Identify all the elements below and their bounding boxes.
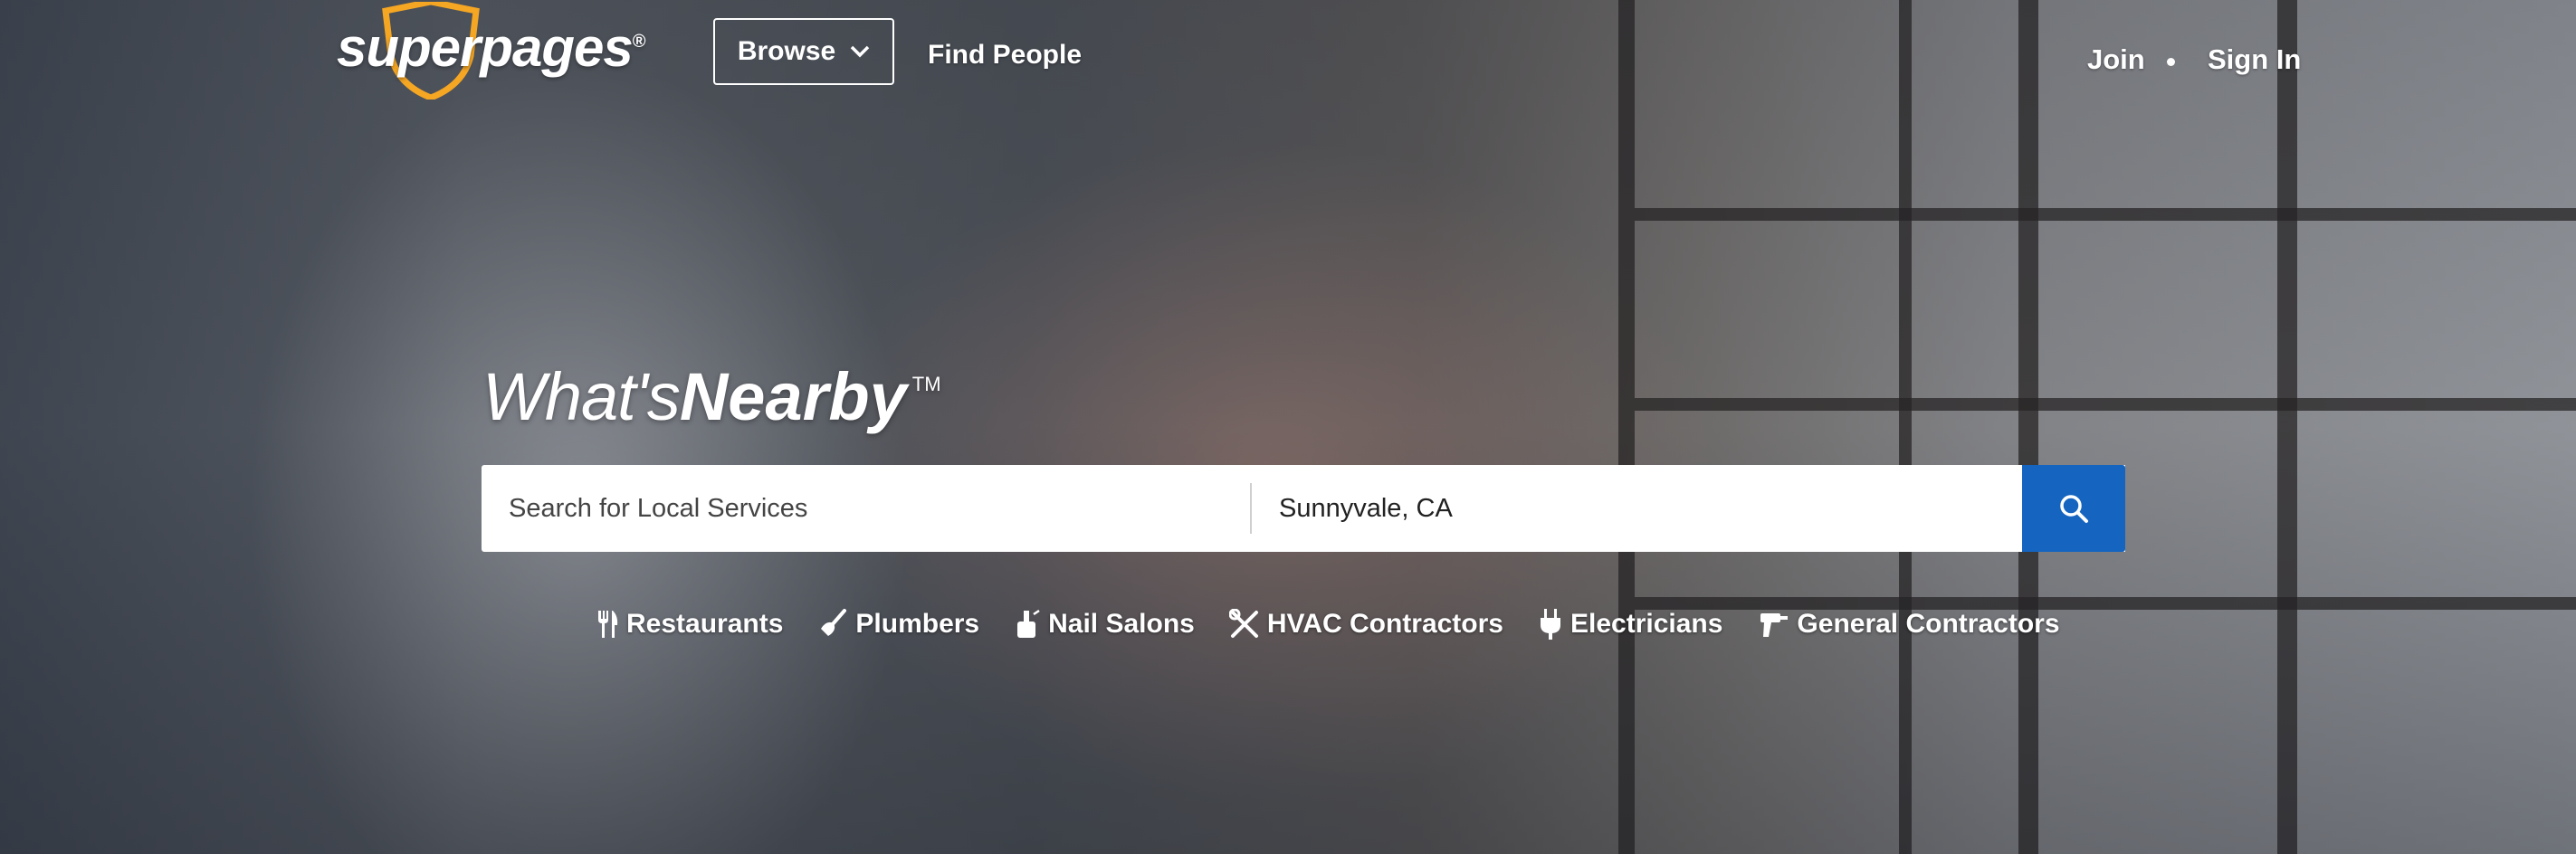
search-button[interactable]	[2022, 465, 2125, 552]
category-label: HVAC Contractors	[1266, 609, 1503, 639]
search-icon	[2060, 495, 2088, 523]
tagline-trademark: TM	[911, 373, 941, 395]
search-bar	[482, 465, 2125, 552]
category-hvac-contractors[interactable]: HVAC Contractors	[1228, 609, 1503, 640]
category-label: Plumbers	[855, 609, 980, 639]
popular-categories: Restaurants Plumbers Nail Salons HVAC Co…	[596, 608, 2094, 640]
hero-tagline: What'sNearby TM	[482, 358, 941, 435]
tools-icon	[1228, 609, 1258, 638]
plug-icon	[1540, 609, 1560, 640]
category-electricians[interactable]: Electricians	[1538, 608, 1722, 640]
find-people-link[interactable]: Find People	[928, 40, 1082, 71]
tagline-bold: Nearby	[679, 359, 907, 434]
category-restaurants[interactable]: Restaurants	[596, 609, 783, 640]
browse-dropdown-button[interactable]: Browse	[713, 18, 894, 85]
category-label: General Contractors	[1797, 609, 2060, 639]
category-label: Restaurants	[626, 609, 784, 639]
sign-in-link[interactable]: Sign In	[2208, 43, 2301, 76]
chevron-down-icon	[850, 45, 870, 58]
category-nail-salons[interactable]: Nail Salons	[1014, 609, 1195, 640]
hero-background	[0, 0, 2576, 854]
category-general-contractors[interactable]: General Contractors	[1757, 609, 2060, 640]
location-input[interactable]	[1252, 465, 2021, 552]
logo-text: superpages®	[337, 17, 646, 78]
category-label: Nail Salons	[1048, 609, 1195, 639]
nav-separator-dot	[2167, 58, 2175, 66]
superpages-logo[interactable]: superpages®	[337, 0, 646, 101]
category-plumbers[interactable]: Plumbers	[817, 609, 979, 640]
join-link[interactable]: Join	[2087, 43, 2145, 76]
nail-polish-icon	[1017, 609, 1040, 638]
plunger-icon	[821, 609, 847, 636]
drill-icon	[1760, 613, 1789, 637]
tagline-light: What's	[482, 359, 681, 434]
fork-knife-icon	[598, 611, 618, 638]
category-label: Electricians	[1569, 609, 1723, 639]
service-search-input[interactable]	[482, 465, 1250, 552]
browse-label: Browse	[737, 36, 836, 66]
